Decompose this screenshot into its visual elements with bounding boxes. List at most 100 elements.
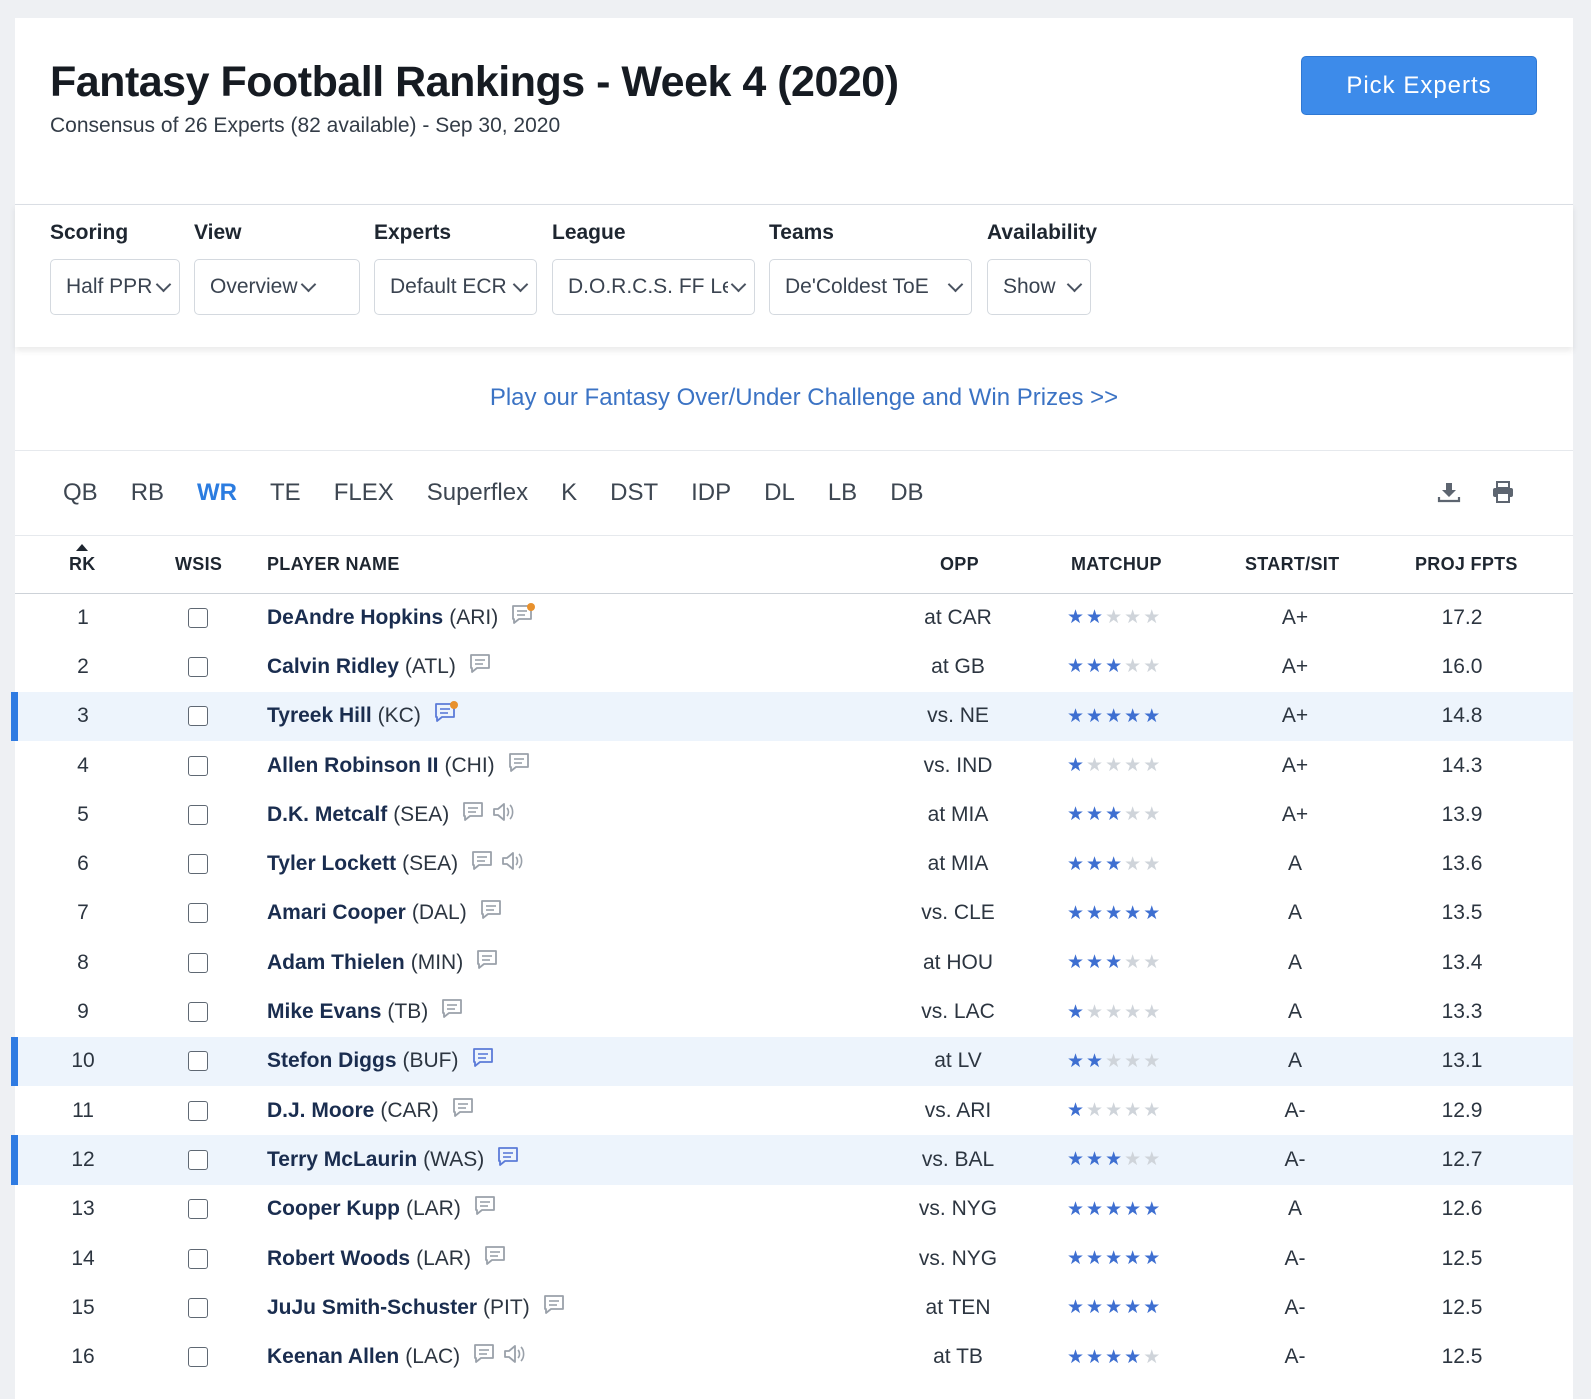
note-icon[interactable] [542, 1293, 568, 1323]
tab-te[interactable]: TE [270, 479, 301, 507]
player-name-link[interactable]: Stefon Diggs [267, 1049, 397, 1073]
table-row[interactable]: 2 Calvin Ridley (ATL) at GB ★ ★ ★ ★ ★ A+ 16.0 [15, 642, 1573, 691]
wsis-checkbox[interactable] [188, 1347, 208, 1368]
matchup-cell: ★ ★ ★ ★ ★ [1067, 1086, 1162, 1135]
note-icon[interactable] [496, 1145, 522, 1175]
audio-icon[interactable] [502, 1342, 528, 1372]
wsis-checkbox[interactable] [188, 1051, 208, 1072]
wsis-checkbox[interactable] [188, 1100, 208, 1121]
tab-qb[interactable]: QB [63, 479, 98, 507]
table-row[interactable]: 12 Terry McLaurin (WAS) vs. BAL ★ ★ ★ ★ ★ A- 12.7 [11, 1135, 1573, 1185]
teams-select[interactable]: De'Coldest ToE [769, 259, 972, 315]
player-cell: Tyreek Hill (KC) [267, 692, 459, 741]
player-name-link[interactable]: Calvin Ridley [267, 655, 399, 679]
start-sit-cell: A [1287, 950, 1302, 974]
wsis-checkbox[interactable] [188, 1297, 208, 1318]
player-name-link[interactable]: Tyler Lockett [267, 852, 396, 876]
wsis-checkbox[interactable] [188, 1002, 208, 1023]
table-row[interactable]: 11 D.J. Moore (CAR) vs. ARI ★ ★ ★ ★ ★ A- 12.9 [15, 1086, 1573, 1135]
column-header-wsis[interactable]: WSIS [175, 554, 222, 575]
note-icon[interactable] [475, 948, 501, 978]
table-row[interactable]: 14 Robert Woods (LAR) vs. NYG ★ ★ ★ ★ ★ A- 12.5 [15, 1234, 1573, 1283]
wsis-checkbox[interactable] [188, 1199, 208, 1220]
promo-link[interactable]: Play our Fantasy Over/Under Challenge an… [490, 384, 1118, 412]
column-header-start-sit[interactable]: START/SIT [1245, 554, 1339, 575]
column-header-opp[interactable]: OPP [940, 554, 979, 575]
note-icon[interactable] [472, 1342, 498, 1372]
sort-up-icon[interactable] [76, 544, 88, 551]
tab-wr[interactable]: WR [197, 479, 237, 507]
table-row[interactable]: 8 Adam Thielen (MIN) at HOU ★ ★ ★ ★ ★ A 13.4 [15, 938, 1573, 987]
wsis-checkbox[interactable] [188, 607, 208, 628]
table-row[interactable]: 5 D.K. Metcalf (SEA) at MIA ★ ★ ★ ★ ★ A+ 13.9 [15, 790, 1573, 839]
player-name-link[interactable]: Robert Woods [267, 1247, 410, 1271]
player-name-link[interactable]: Amari Cooper [267, 901, 406, 925]
tab-rb[interactable]: RB [131, 479, 164, 507]
tab-dst[interactable]: DST [610, 479, 658, 507]
tab-idp[interactable]: IDP [691, 479, 731, 507]
wsis-checkbox[interactable] [188, 1149, 208, 1170]
player-name-link[interactable]: D.J. Moore [267, 1099, 374, 1123]
table-row[interactable]: 4 Allen Robinson II (CHI) vs. IND ★ ★ ★ ★ ★ A+ 14.… [15, 741, 1573, 790]
player-name-link[interactable]: Cooper Kupp [267, 1197, 400, 1221]
table-row[interactable]: 10 Stefon Diggs (BUF) at LV ★ ★ ★ ★ ★ A 13.1 [11, 1036, 1573, 1087]
note-icon[interactable] [440, 997, 466, 1027]
table-row[interactable]: 3 Tyreek Hill (KC) vs. NE ★ ★ ★ ★ ★ A+ 14.8 [11, 691, 1573, 742]
scoring-select[interactable]: Half PPR [50, 259, 180, 315]
tab-flex[interactable]: FLEX [334, 479, 394, 507]
tab-db[interactable]: DB [890, 479, 923, 507]
player-name-link[interactable]: Allen Robinson II [267, 754, 439, 778]
table-row[interactable]: 13 Cooper Kupp (LAR) vs. NYG ★ ★ ★ ★ ★ A 12.6 [15, 1185, 1573, 1234]
table-row[interactable]: 6 Tyler Lockett (SEA) at MIA ★ ★ ★ ★ ★ A 13.6 [15, 839, 1573, 888]
note-icon[interactable] [507, 751, 533, 781]
note-icon[interactable] [470, 849, 496, 879]
column-header-rk[interactable]: RK [69, 554, 96, 575]
note-icon[interactable] [479, 898, 505, 928]
column-header-proj[interactable]: PROJ FPTS [1415, 554, 1518, 575]
note-icon[interactable] [510, 602, 536, 633]
wsis-checkbox[interactable] [188, 804, 208, 825]
table-row[interactable]: 7 Amari Cooper (DAL) vs. CLE ★ ★ ★ ★ ★ A 13.5 [15, 889, 1573, 938]
wsis-checkbox[interactable] [188, 952, 208, 973]
wsis-checkbox[interactable] [188, 1248, 208, 1269]
note-icon[interactable] [461, 800, 487, 830]
tab-lb[interactable]: LB [828, 479, 857, 507]
download-icon[interactable] [1437, 480, 1461, 504]
wsis-checkbox[interactable] [188, 903, 208, 924]
tab-dl[interactable]: DL [764, 479, 795, 507]
note-icon[interactable] [471, 1046, 497, 1076]
tab-k[interactable]: K [561, 479, 577, 507]
note-icon[interactable] [468, 652, 494, 682]
note-icon[interactable] [433, 701, 459, 731]
availability-select[interactable]: Show [987, 259, 1091, 315]
view-select[interactable]: Overview [194, 259, 360, 315]
wsis-checkbox[interactable] [188, 854, 208, 875]
wsis-checkbox[interactable] [188, 755, 208, 776]
player-name-link[interactable]: D.K. Metcalf [267, 803, 387, 827]
wsis-checkbox[interactable] [188, 656, 208, 677]
wsis-checkbox[interactable] [188, 706, 208, 727]
player-name-link[interactable]: Keenan Allen [267, 1345, 399, 1369]
note-icon[interactable] [473, 1194, 499, 1224]
audio-icon[interactable] [500, 849, 526, 879]
league-select[interactable]: D.O.R.C.S. FF League [552, 259, 755, 315]
player-name-link[interactable]: Mike Evans [267, 1000, 381, 1024]
column-header-player[interactable]: PLAYER NAME [267, 554, 400, 575]
audio-icon[interactable] [491, 800, 517, 830]
table-row[interactable]: 1 DeAndre Hopkins (ARI) at CAR ★ ★ ★ ★ ★ A+ 17.2 [15, 593, 1573, 642]
print-icon[interactable] [1491, 480, 1515, 504]
player-name-link[interactable]: DeAndre Hopkins [267, 606, 443, 630]
player-name-link[interactable]: Adam Thielen [267, 951, 405, 975]
player-name-link[interactable]: Terry McLaurin [267, 1148, 417, 1172]
tab-superflex[interactable]: Superflex [427, 479, 528, 507]
player-name-link[interactable]: Tyreek Hill [267, 704, 372, 728]
table-row[interactable]: 16 Keenan Allen (LAC) at TB ★ ★ ★ ★ ★ A- 12.5 [15, 1332, 1573, 1381]
note-icon[interactable] [451, 1096, 477, 1126]
table-row[interactable]: 9 Mike Evans (TB) vs. LAC ★ ★ ★ ★ ★ A 13.3 [15, 987, 1573, 1036]
table-row[interactable]: 15 JuJu Smith-Schuster (PIT) at TEN ★ ★ ★ ★ ★ A- 1… [15, 1283, 1573, 1332]
column-header-matchup[interactable]: MATCHUP [1071, 554, 1162, 575]
note-icon[interactable] [483, 1244, 509, 1274]
player-name-link[interactable]: JuJu Smith-Schuster [267, 1296, 477, 1320]
pick-experts-button[interactable]: Pick Experts [1301, 56, 1537, 115]
experts-select[interactable]: Default ECR [374, 259, 537, 315]
